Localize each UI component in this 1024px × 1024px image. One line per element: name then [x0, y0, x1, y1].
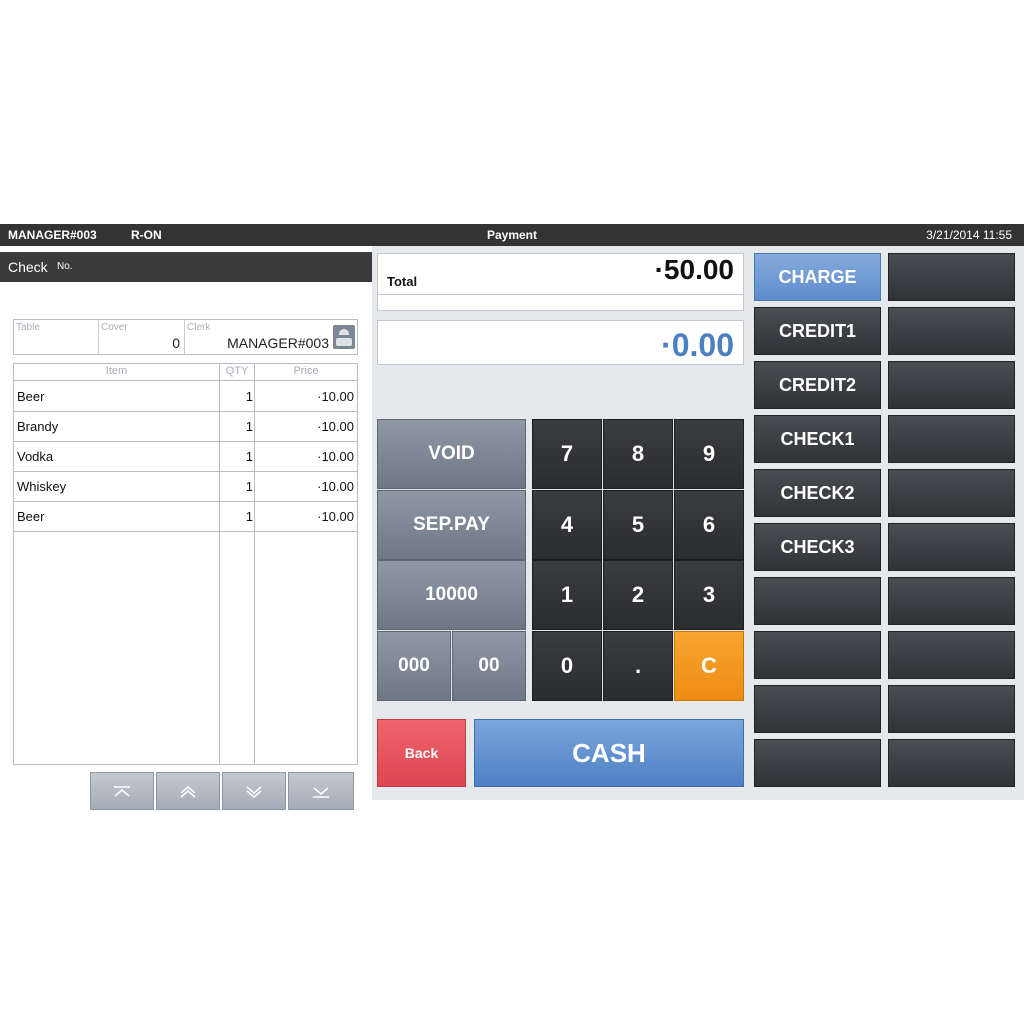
tender-blank-button[interactable] — [888, 469, 1015, 517]
item-column-header: Item — [105, 365, 128, 377]
tender-blank-button[interactable] — [888, 523, 1015, 571]
table-row[interactable]: Beer 1 ·10.00 — [14, 381, 357, 412]
void-button[interactable]: VOID — [377, 419, 526, 489]
item-name: Beer — [17, 509, 45, 524]
sep-pay-button[interactable]: SEP.PAY — [377, 490, 526, 560]
item-name: Vodka — [17, 449, 54, 464]
item-name: Whiskey — [17, 479, 67, 494]
pos-payment-screen: MANAGER#003 R-ON Payment 3/21/2014 11:55… — [0, 224, 1024, 810]
cash-button[interactable]: CASH — [474, 719, 744, 787]
key-decimal-button[interactable]: . — [603, 631, 673, 701]
key-2-button[interactable]: 2 — [603, 560, 673, 630]
credit2-button[interactable]: CREDIT2 — [754, 361, 881, 409]
check2-button[interactable]: CHECK2 — [754, 469, 881, 517]
item-price: ·10.00 — [317, 509, 354, 524]
table-row[interactable]: Whiskey 1 ·10.00 — [14, 471, 357, 502]
key-7-button[interactable]: 7 — [532, 419, 602, 489]
key-4-button[interactable]: 4 — [532, 490, 602, 560]
clerk-label: Clerk — [187, 322, 211, 333]
clerk-value: MANAGER#003 — [227, 335, 329, 351]
total-display: Total ·50.00 — [377, 253, 744, 311]
key-5-button[interactable]: 5 — [603, 490, 673, 560]
tender-blank-button[interactable] — [754, 577, 881, 625]
scroll-up-icon — [180, 786, 196, 798]
check-number-label: No. — [57, 261, 73, 272]
scroll-up-button[interactable] — [156, 772, 220, 810]
item-qty: 1 — [245, 419, 253, 434]
key-00-button[interactable]: 00 — [452, 631, 526, 701]
tender-blank-button[interactable] — [888, 307, 1015, 355]
screen-title: Payment — [486, 228, 538, 242]
tender-blank-button[interactable] — [754, 685, 881, 733]
table-label: Table — [16, 322, 40, 333]
item-name: Brandy — [17, 419, 59, 434]
item-price: ·10.00 — [317, 419, 354, 434]
tender-blank-button[interactable] — [888, 361, 1015, 409]
scroll-top-icon — [114, 786, 130, 797]
entered-amount: ·0.00 — [661, 327, 734, 363]
tender-blank-button[interactable] — [888, 253, 1015, 301]
check-header: Check No. — [0, 252, 372, 282]
divider — [378, 294, 743, 295]
scroll-down-button[interactable] — [222, 772, 286, 810]
item-price: ·10.00 — [317, 449, 354, 464]
credit1-button[interactable]: CREDIT1 — [754, 307, 881, 355]
quick-amount-10000-button[interactable]: 10000 — [377, 560, 526, 630]
total-label: Total — [387, 274, 418, 289]
item-price: ·10.00 — [317, 389, 354, 404]
key-8-button[interactable]: 8 — [603, 419, 673, 489]
status-bar: MANAGER#003 R-ON Payment 3/21/2014 11:55 — [0, 224, 1024, 246]
key-000-button[interactable]: 000 — [377, 631, 451, 701]
item-price: ·10.00 — [317, 479, 354, 494]
total-value: ·50.00 — [654, 254, 734, 285]
check1-button[interactable]: CHECK1 — [754, 415, 881, 463]
key-1-button[interactable]: 1 — [532, 560, 602, 630]
tender-blank-button[interactable] — [888, 631, 1015, 679]
check3-button[interactable]: CHECK3 — [754, 523, 881, 571]
tender-blank-button[interactable] — [888, 685, 1015, 733]
datetime-label: 3/21/2014 11:55 — [926, 228, 1012, 242]
item-qty: 1 — [245, 389, 253, 404]
table-field[interactable]: Table — [14, 320, 99, 354]
items-table-header: Item QTY Price — [14, 364, 357, 381]
key-9-button[interactable]: 9 — [674, 419, 744, 489]
price-column-header: Price — [293, 365, 319, 377]
cover-value: 0 — [172, 335, 180, 351]
amount-input[interactable]: ·0.00 — [377, 320, 744, 365]
cover-label: Cover — [101, 322, 128, 333]
item-qty: 1 — [245, 479, 253, 494]
check-panel: Check No. Table Cover 0 Clerk MANAGER#00… — [0, 246, 372, 810]
charge-button[interactable]: CHARGE — [754, 253, 881, 301]
tender-blank-button[interactable] — [888, 577, 1015, 625]
table-row[interactable]: Brandy 1 ·10.00 — [14, 411, 357, 442]
item-qty: 1 — [245, 509, 253, 524]
key-0-button[interactable]: 0 — [532, 631, 602, 701]
clerk-change-icon[interactable] — [333, 325, 355, 349]
key-3-button[interactable]: 3 — [674, 560, 744, 630]
tender-blank-button[interactable] — [888, 739, 1015, 787]
check-info-row: Table Cover 0 Clerk MANAGER#003 — [13, 319, 358, 355]
tender-blank-button[interactable] — [754, 739, 881, 787]
qty-column-header: QTY — [225, 365, 249, 377]
clear-button[interactable]: C — [674, 631, 744, 701]
item-name: Beer — [17, 389, 45, 404]
scroll-top-button[interactable] — [90, 772, 154, 810]
order-items-table: Item QTY Price Beer 1 ·10.00 Brandy 1 ·1… — [13, 363, 358, 765]
item-qty: 1 — [245, 449, 253, 464]
scroll-controls — [90, 772, 356, 810]
clerk-field: Clerk MANAGER#003 — [185, 320, 357, 354]
tender-blank-button[interactable] — [754, 631, 881, 679]
table-row[interactable]: Vodka 1 ·10.00 — [14, 441, 357, 472]
check-title: Check — [8, 259, 48, 275]
scroll-bottom-icon — [313, 787, 329, 798]
back-button[interactable]: Back — [377, 719, 466, 787]
scroll-down-icon — [246, 786, 262, 798]
tender-blank-button[interactable] — [888, 415, 1015, 463]
scroll-bottom-button[interactable] — [288, 772, 354, 810]
key-6-button[interactable]: 6 — [674, 490, 744, 560]
table-row[interactable]: Beer 1 ·10.00 — [14, 501, 357, 532]
cover-field[interactable]: Cover 0 — [99, 320, 185, 354]
